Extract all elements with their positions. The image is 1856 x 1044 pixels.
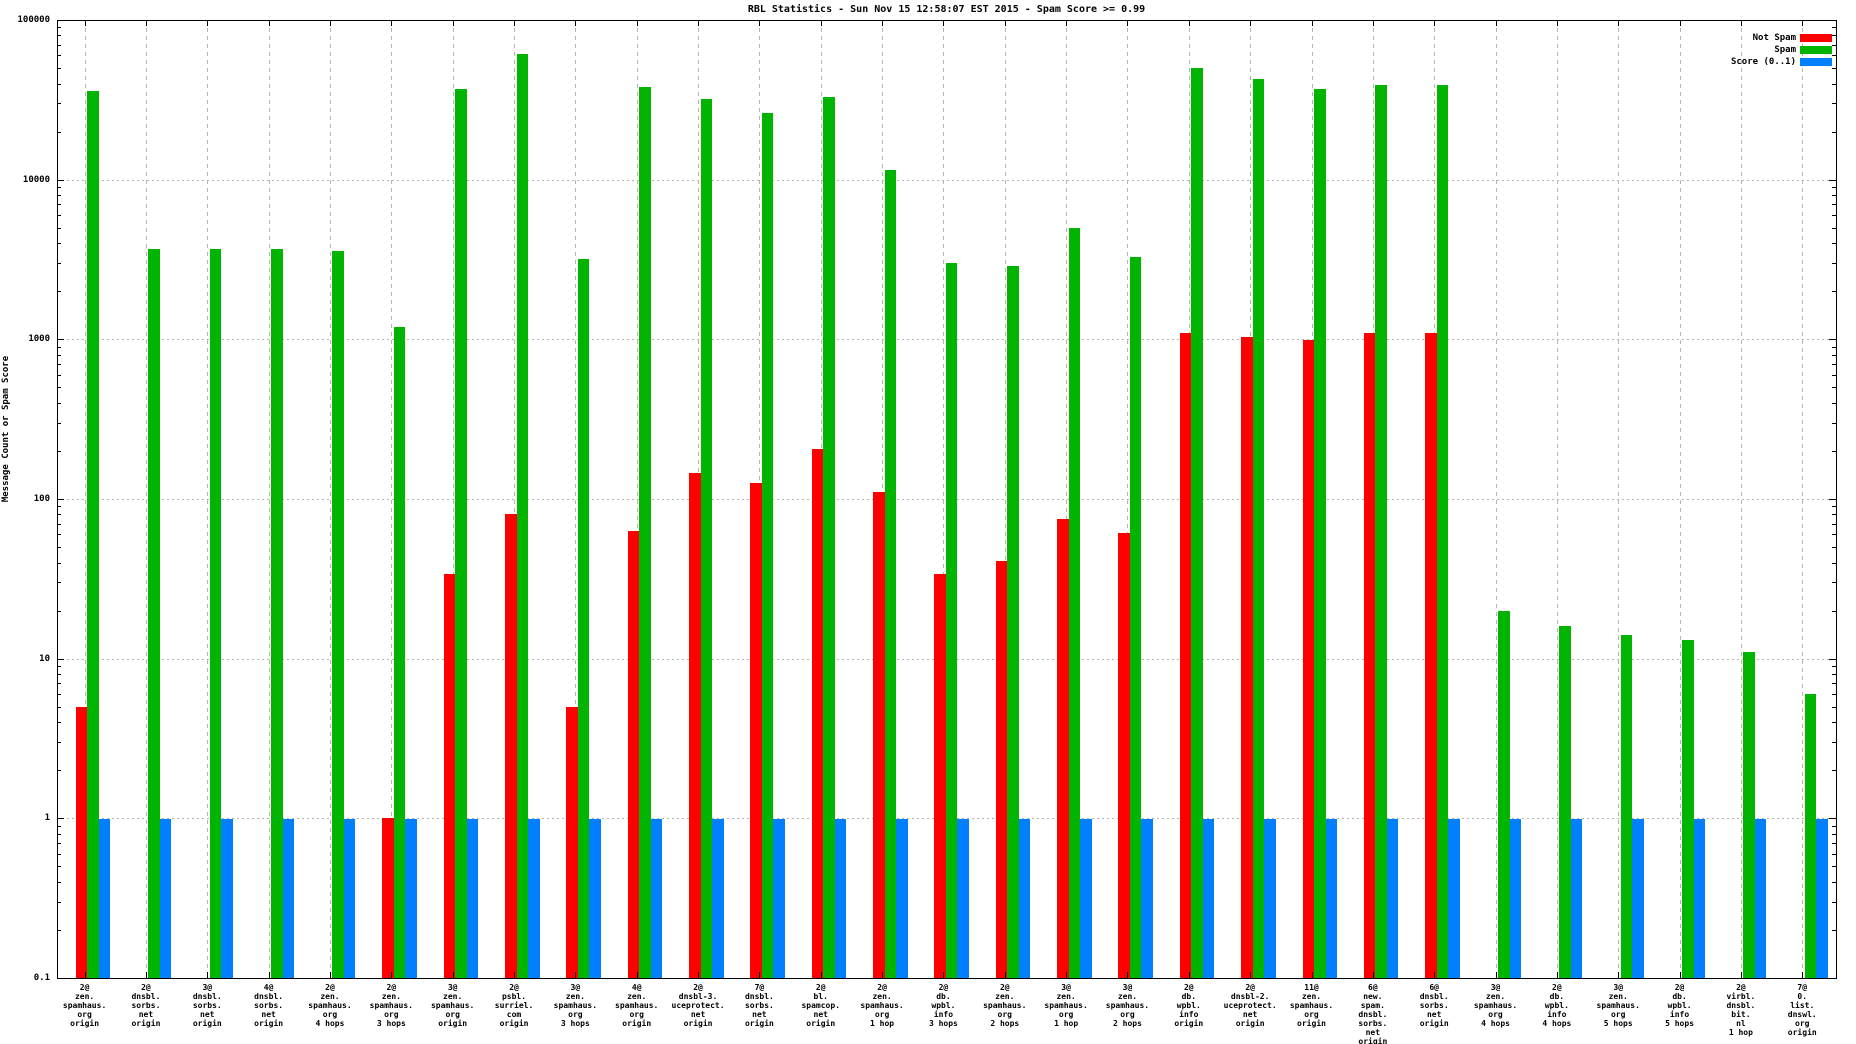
x-category-label: 2@ bl. spamcop. net origin: [786, 983, 856, 1028]
y-tick-label: 1: [0, 813, 50, 823]
x-category-label: 2@ zen. spamhaus. org 4 hops: [295, 983, 365, 1028]
legend-label: Not Spam: [1753, 33, 1796, 43]
legend-row: Spam: [1500, 45, 1836, 55]
x-category-label: 2@ dnsbl-2. uceprotect. net origin: [1215, 983, 1285, 1028]
plot-border: [57, 20, 1837, 979]
x-category-label: 3@ zen. spamhaus. org 4 hops: [1461, 983, 1531, 1028]
x-category-label: 2@ dnsbl. sorbs. net origin: [111, 983, 181, 1028]
y-tick-label: 10000: [0, 175, 50, 185]
x-category-label: 2@ db. wpbl. info origin: [1154, 983, 1224, 1028]
x-category-label: 3@ zen. spamhaus. org origin: [418, 983, 488, 1028]
x-category-label: 3@ dnsbl. sorbs. net origin: [172, 983, 242, 1028]
legend-swatch: [1800, 58, 1832, 66]
x-category-label: 2@ virbl. dnsbl. bit. nl 1 hop: [1706, 983, 1776, 1037]
x-category-label: 2@ zen. spamhaus. org origin: [50, 983, 120, 1028]
x-category-label: 4@ zen. spamhaus. org origin: [602, 983, 672, 1028]
x-category-label: 11@ zen. spamhaus. org origin: [1277, 983, 1347, 1028]
x-category-label: 2@ zen. spamhaus. org 1 hop: [847, 983, 917, 1028]
x-category-label: 3@ zen. spamhaus. org 1 hop: [1031, 983, 1101, 1028]
legend-label: Score (0..1): [1731, 57, 1796, 67]
x-category-label: 6@ new. spam. dnsbl. sorbs. net origin: [1338, 983, 1408, 1044]
x-category-label: 6@ dnsbl. sorbs. net origin: [1399, 983, 1469, 1028]
x-category-label: 7@ 0. list. dnswl. org origin: [1767, 983, 1837, 1037]
x-category-label: 4@ dnsbl. sorbs. net origin: [234, 983, 304, 1028]
x-category-label: 3@ zen. spamhaus. org 5 hops: [1583, 983, 1653, 1028]
x-category-label: 3@ zen. spamhaus. org 2 hops: [1092, 983, 1162, 1028]
x-category-label: 2@ dnsbl-3. uceprotect. net origin: [663, 983, 733, 1028]
y-tick-label: 100: [0, 494, 50, 504]
x-category-label: 2@ db. wpbl. info 5 hops: [1645, 983, 1715, 1028]
x-category-label: 2@ zen. spamhaus. org 2 hops: [970, 983, 1040, 1028]
x-category-label: 7@ dnsbl. sorbs. net origin: [724, 983, 794, 1028]
x-category-label: 3@ zen. spamhaus. org 3 hops: [540, 983, 610, 1028]
y-tick-label: 1000: [0, 334, 50, 344]
y-tick-label: 10: [0, 654, 50, 664]
legend-row: Not Spam: [1500, 33, 1836, 43]
legend-label: Spam: [1774, 45, 1796, 55]
x-category-label: 2@ db. wpbl. info 4 hops: [1522, 983, 1592, 1028]
legend-swatch: [1800, 34, 1832, 42]
x-category-label: 2@ zen. spamhaus. org 3 hops: [356, 983, 426, 1028]
x-category-label: 2@ psbl. surriel. com origin: [479, 983, 549, 1028]
chart-title: RBL Statistics - Sun Nov 15 12:58:07 EST…: [57, 4, 1836, 15]
y-axis-title: Message Count or Spam Score: [1, 319, 11, 539]
legend-row: Score (0..1): [1500, 57, 1836, 67]
y-tick-label: 100000: [0, 15, 50, 25]
legend-swatch: [1800, 46, 1832, 54]
rbl-statistics-chart: RBL Statistics - Sun Nov 15 12:58:07 EST…: [0, 0, 1856, 1044]
y-tick-label: 0.1: [0, 973, 50, 983]
x-category-label: 2@ db. wpbl. info 3 hops: [908, 983, 978, 1028]
